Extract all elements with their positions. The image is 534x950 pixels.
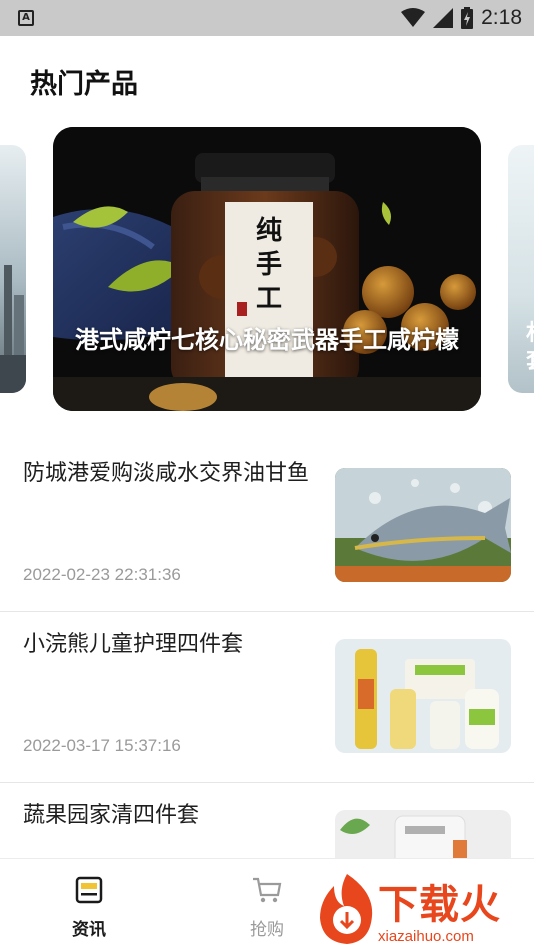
- wifi-icon: [401, 8, 426, 27]
- flame-logo-icon: [320, 874, 373, 944]
- page-title: 热门产品: [30, 69, 138, 100]
- news-thumbnail: [335, 468, 511, 582]
- svg-text:纯: 纯: [256, 215, 282, 246]
- list-item[interactable]: 小浣熊儿童护理四件套 2022-03-17 15:37:16: [0, 611, 534, 782]
- news-icon: [75, 876, 103, 904]
- list-item[interactable]: 防城港爱购淡咸水交界油甘鱼 2022-02-23 22:31:36: [0, 440, 534, 611]
- signal-icon: [433, 8, 454, 28]
- xiazaihuo-watermark: 下载火 xiazaihuo.com: [316, 868, 534, 950]
- carousel-slide-current[interactable]: 纯 手 工 港式咸柠七核心秘密武器手工咸柠檬: [53, 127, 481, 411]
- battery-charging-icon: [461, 7, 474, 29]
- news-title: 小浣熊儿童护理四件套: [23, 632, 244, 657]
- a-notification-icon: A: [18, 10, 34, 26]
- cart-icon: [253, 877, 282, 903]
- next-slide-caption: 村 套: [526, 320, 534, 376]
- news-title: 蔬果园家清四件套: [23, 803, 200, 828]
- status-icons: 2:18: [401, 6, 522, 30]
- status-time: 2:18: [481, 6, 522, 29]
- tab-flash-sale-label: 抢购: [250, 920, 284, 940]
- svg-text:工: 工: [256, 284, 282, 314]
- news-thumbnail: [335, 639, 511, 753]
- salted-lemon-jar-image: 纯 手 工: [53, 127, 481, 411]
- tab-news[interactable]: 资讯: [29, 859, 149, 950]
- news-date: 2022-02-23 22:31:36: [23, 565, 181, 584]
- tab-flash-sale[interactable]: 抢购: [207, 859, 327, 950]
- watermark-url: xiazaihuo.com: [378, 928, 474, 945]
- news-date: 2022-03-17 15:37:16: [23, 736, 181, 755]
- carousel-next-slide[interactable]: 村 套: [508, 145, 534, 393]
- watermark-text: 下载火: [378, 882, 501, 928]
- carousel-prev-slide[interactable]: [0, 145, 26, 393]
- hot-products-carousel[interactable]: 纯 手 工 港式咸柠七核心秘密武器手工咸柠檬 村 套: [0, 127, 534, 413]
- svg-text:手: 手: [256, 250, 282, 280]
- news-title: 防城港爱购淡咸水交界油甘鱼: [23, 461, 310, 486]
- child-care-thumbnail-image: [335, 639, 511, 753]
- status-bar: A 2:18: [0, 0, 534, 36]
- tab-news-label: 资讯: [72, 920, 106, 940]
- carousel-caption: 港式咸柠七核心秘密武器手工咸柠檬: [75, 326, 459, 354]
- fish-thumbnail-image: [335, 468, 511, 582]
